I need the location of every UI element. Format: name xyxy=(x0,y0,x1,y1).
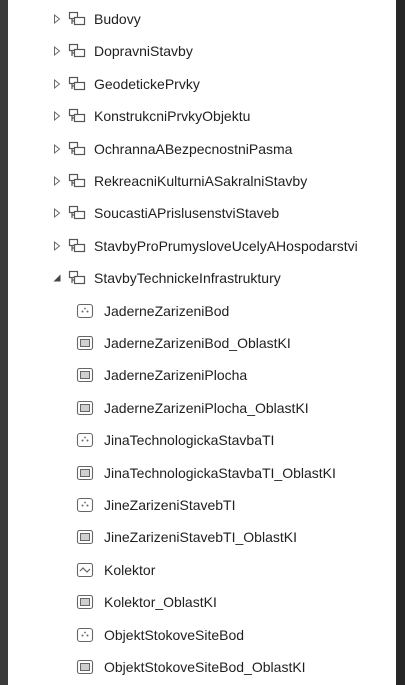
tree-group-label: Budovy xyxy=(94,11,141,27)
tree-group-row[interactable]: DopravniStavby xyxy=(8,35,396,67)
group-layer-icon xyxy=(68,43,86,59)
line-layer-icon xyxy=(76,562,94,578)
point-layer-icon xyxy=(76,432,94,448)
polygon-layer-icon xyxy=(76,659,94,675)
collapsed-arrow-icon[interactable] xyxy=(52,208,62,219)
tree-layer-label: Kolektor xyxy=(104,561,156,578)
collapsed-arrow-icon[interactable] xyxy=(52,46,62,57)
layer-tree-panel: Budovy DopravniStavby GeodetickePrvky Konst… xyxy=(8,0,396,685)
collapsed-arrow-icon[interactable] xyxy=(52,111,62,122)
tree-group-label: RekreacniKulturniASakralniStavby xyxy=(94,173,308,189)
tree-layer-label: JaderneZarizeniBod_OblastKI xyxy=(104,335,291,351)
collapsed-arrow-icon[interactable] xyxy=(52,176,62,186)
group-layer-icon xyxy=(68,270,86,286)
tree-layer-row[interactable]: JaderneZarizeniBod xyxy=(8,295,396,327)
tree-layer-label: JaderneZarizeniPlocha_OblastKI xyxy=(104,399,309,416)
tree-group-label: KonstrukcniPrvkyObjektu xyxy=(94,108,251,125)
polygon-layer-icon xyxy=(76,465,94,481)
collapsed-arrow-icon[interactable] xyxy=(52,240,62,251)
polygon-layer-icon xyxy=(76,529,94,545)
group-layer-icon xyxy=(68,205,86,221)
tree-layer-row[interactable]: ObjektStokoveSiteBod xyxy=(8,619,396,651)
tree-layer-label: JaderneZarizeniPlocha xyxy=(104,367,248,384)
tree-layer-row[interactable]: JaderneZarizeniBod_OblastKI xyxy=(8,327,396,359)
point-layer-icon xyxy=(76,303,94,319)
tree-group-label: SoucastiAPrislusenstviStaveb xyxy=(94,205,280,222)
tree-layer-row[interactable]: ObjektStokoveSiteBod_OblastKI xyxy=(8,651,396,683)
tree-layer-row[interactable]: JaderneZarizeniPlocha_OblastKI xyxy=(8,392,396,424)
collapsed-arrow-icon[interactable] xyxy=(52,143,62,154)
tree-group-label: StavbyProPrumysloveUcelyAHospodarstvi xyxy=(94,237,358,254)
tree-layer-label: JineZarizeniStavebTI xyxy=(104,497,236,513)
panel-edge xyxy=(396,0,405,685)
collapsed-arrow-icon[interactable] xyxy=(52,14,62,24)
tree-layer-label: ObjektStokoveSiteBod_OblastKI xyxy=(104,659,306,675)
tree-layer-label: ObjektStokoveSiteBod xyxy=(104,626,245,643)
tree-layer-row[interactable]: Kolektor_OblastKI xyxy=(8,586,396,618)
polygon-layer-icon xyxy=(76,367,94,383)
point-layer-icon xyxy=(76,497,94,513)
tree-group-label: DopravniStavby xyxy=(94,43,193,60)
expanded-arrow-icon[interactable] xyxy=(52,273,62,283)
tree-layer-row[interactable]: JineZarizeniStavebTI_OblastKI xyxy=(8,521,396,553)
tree-layer-row[interactable]: Kolektor xyxy=(8,554,396,586)
group-layer-icon xyxy=(68,238,86,254)
tree-group-label: GeodetickePrvky xyxy=(94,75,200,92)
point-layer-icon xyxy=(76,627,94,643)
tree-group-row[interactable]: Budovy xyxy=(8,3,396,35)
tree-layer-label: JaderneZarizeniBod xyxy=(104,302,230,319)
tree-layer-label: Kolektor_OblastKI xyxy=(104,594,217,611)
group-layer-icon xyxy=(68,108,86,124)
tree-layer-label: JinaTechnologickaStavbaTI_OblastKI xyxy=(104,464,336,481)
collapsed-arrow-icon[interactable] xyxy=(52,78,62,89)
group-layer-icon xyxy=(68,173,86,189)
tree-layer-row[interactable]: JinaTechnologickaStavbaTI xyxy=(8,424,396,456)
group-layer-icon xyxy=(68,11,86,27)
polygon-layer-icon xyxy=(76,335,94,351)
tree-group-row[interactable]: RekreacniKulturniASakralniStavby xyxy=(8,165,396,197)
tree-group-row[interactable]: KonstrukcniPrvkyObjektu xyxy=(8,100,396,132)
polygon-layer-icon xyxy=(76,594,94,610)
tree-group-row[interactable]: StavbyTechnickeInfrastruktury xyxy=(8,262,396,294)
group-layer-icon xyxy=(68,76,86,92)
tree-layer-label: JineZarizeniStavebTI_OblastKI xyxy=(104,529,297,546)
tree-group-row[interactable]: SoucastiAPrislusenstviStaveb xyxy=(8,197,396,229)
group-layer-icon xyxy=(68,141,86,157)
tree-group-row[interactable]: GeodetickePrvky xyxy=(8,68,396,100)
tree-group-label: OchrannaABezpecnostniPasma xyxy=(94,140,293,157)
tree-layer-row[interactable]: JineZarizeniStavebTI xyxy=(8,489,396,521)
tree-group-row[interactable]: OchrannaABezpecnostniPasma xyxy=(8,133,396,165)
tree-group-label: StavbyTechnickeInfrastruktury xyxy=(94,270,281,287)
tree-layer-row[interactable]: JaderneZarizeniPlocha xyxy=(8,359,396,391)
tree-group-row[interactable]: StavbyProPrumysloveUcelyAHospodarstvi xyxy=(8,230,396,262)
tree-layer-label: JinaTechnologickaStavbaTI xyxy=(104,432,275,449)
tree-layer-row[interactable]: JinaTechnologickaStavbaTI_OblastKI xyxy=(8,457,396,489)
polygon-layer-icon xyxy=(76,400,94,416)
